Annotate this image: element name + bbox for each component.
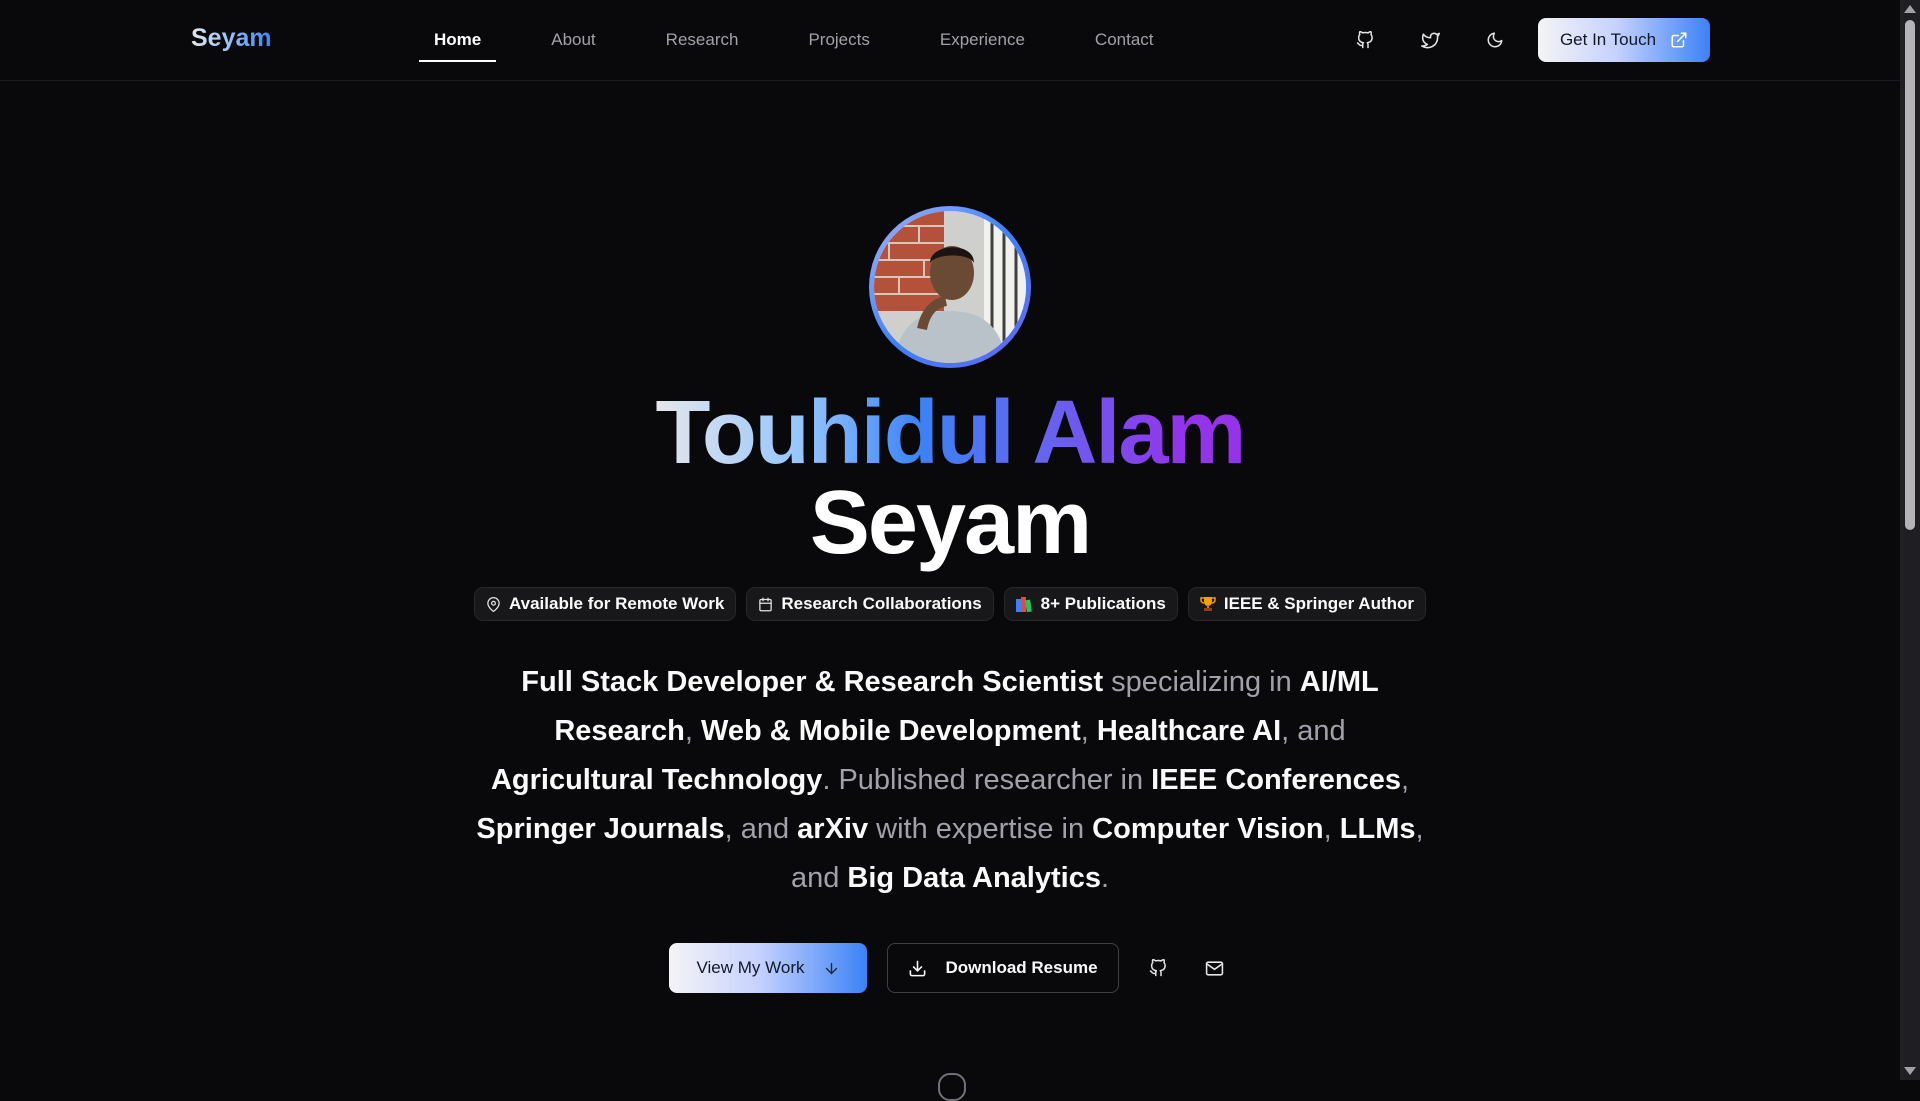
scroll-indicator[interactable] bbox=[938, 1073, 966, 1101]
github-icon[interactable] bbox=[1141, 951, 1175, 985]
description-text: , and bbox=[724, 813, 798, 845]
description-highlight: LLMs bbox=[1339, 813, 1416, 845]
badge-label: Research Collaborations bbox=[781, 594, 982, 613]
external-link-icon bbox=[1670, 31, 1688, 49]
description-text: specializing in bbox=[1103, 666, 1300, 698]
hero-badges: Available for Remote Work Research Colla… bbox=[0, 587, 1900, 621]
nav-research[interactable]: Research bbox=[651, 0, 754, 80]
download-icon bbox=[908, 959, 927, 978]
main-nav: Home About Research Projects Experience … bbox=[419, 0, 1169, 80]
description-highlight: arXiv bbox=[797, 813, 869, 845]
view-my-work-button[interactable]: View My Work bbox=[669, 943, 867, 993]
badge-publications: 8+ Publications bbox=[1003, 587, 1178, 621]
moon-icon[interactable] bbox=[1479, 24, 1511, 56]
scroll-down-arrow-icon[interactable] bbox=[1904, 1067, 1916, 1075]
nav-projects[interactable]: Projects bbox=[793, 0, 884, 80]
site-header: Seyam Home About Research Projects Exper… bbox=[0, 0, 1900, 81]
badge-ieee-springer: IEEE & Springer Author bbox=[1187, 587, 1427, 621]
get-in-touch-button[interactable]: Get In Touch bbox=[1538, 18, 1710, 62]
download-resume-button[interactable]: Download Resume bbox=[887, 943, 1119, 993]
arrow-down-icon bbox=[823, 960, 840, 977]
view-my-work-label: View My Work bbox=[696, 958, 805, 977]
nav-experience[interactable]: Experience bbox=[925, 0, 1040, 80]
description-highlight: Web & Mobile Development bbox=[701, 715, 1081, 747]
description-highlight: Computer Vision bbox=[1092, 813, 1324, 845]
site-logo[interactable]: Seyam bbox=[191, 24, 272, 53]
books-icon bbox=[1015, 596, 1033, 612]
badge-label: IEEE & Springer Author bbox=[1223, 594, 1415, 613]
badge-remote-work: Available for Remote Work bbox=[473, 587, 737, 621]
hero-name-last: Seyam bbox=[809, 473, 1092, 573]
trophy-icon bbox=[1200, 596, 1216, 612]
description-highlight: Healthcare AI bbox=[1096, 715, 1282, 747]
profile-photo bbox=[874, 211, 1026, 363]
description-highlight: Big Data Analytics bbox=[847, 862, 1101, 894]
github-icon[interactable] bbox=[1349, 24, 1381, 56]
download-resume-label: Download Resume bbox=[945, 958, 1098, 977]
badge-label: 8+ Publications bbox=[1040, 594, 1166, 613]
badge-research-collaborations: Research Collaborations bbox=[746, 587, 994, 621]
description-text: , and bbox=[1281, 715, 1346, 747]
calendar-icon bbox=[758, 597, 773, 612]
badge-label: Available for Remote Work bbox=[508, 594, 725, 613]
page-scrollbar[interactable] bbox=[1900, 0, 1920, 1080]
scrollbar-thumb[interactable] bbox=[1905, 20, 1915, 530]
profile-avatar bbox=[869, 206, 1031, 368]
nav-about[interactable]: About bbox=[536, 0, 610, 80]
map-pin-icon bbox=[486, 596, 501, 612]
description-text: , bbox=[1080, 715, 1097, 747]
description-highlight: IEEE Conferences bbox=[1151, 764, 1401, 796]
description-text: . Published researcher in bbox=[822, 764, 1152, 796]
page: Seyam Home About Research Projects Exper… bbox=[0, 0, 1900, 1101]
description-text: , bbox=[1401, 764, 1410, 796]
description-highlight: Springer Journals bbox=[476, 813, 725, 845]
nav-home[interactable]: Home bbox=[419, 0, 497, 80]
mail-icon[interactable] bbox=[1197, 951, 1231, 985]
twitter-icon[interactable] bbox=[1414, 24, 1446, 56]
description-text: , bbox=[684, 715, 702, 747]
nav-contact[interactable]: Contact bbox=[1080, 0, 1169, 80]
hero-actions: View My Work Download Resume bbox=[0, 943, 1900, 993]
description-text: , bbox=[1323, 813, 1340, 845]
description-text: with expertise in bbox=[868, 813, 1093, 845]
scroll-up-arrow-icon[interactable] bbox=[1904, 5, 1916, 13]
description-text: . bbox=[1100, 862, 1110, 894]
description-highlight: Agricultural Technology bbox=[490, 764, 823, 796]
description-highlight: Full Stack Developer & Research Scientis… bbox=[521, 666, 1104, 698]
hero-description: Full Stack Developer & Research Scientis… bbox=[470, 658, 1430, 903]
get-in-touch-label: Get In Touch bbox=[1559, 30, 1657, 49]
